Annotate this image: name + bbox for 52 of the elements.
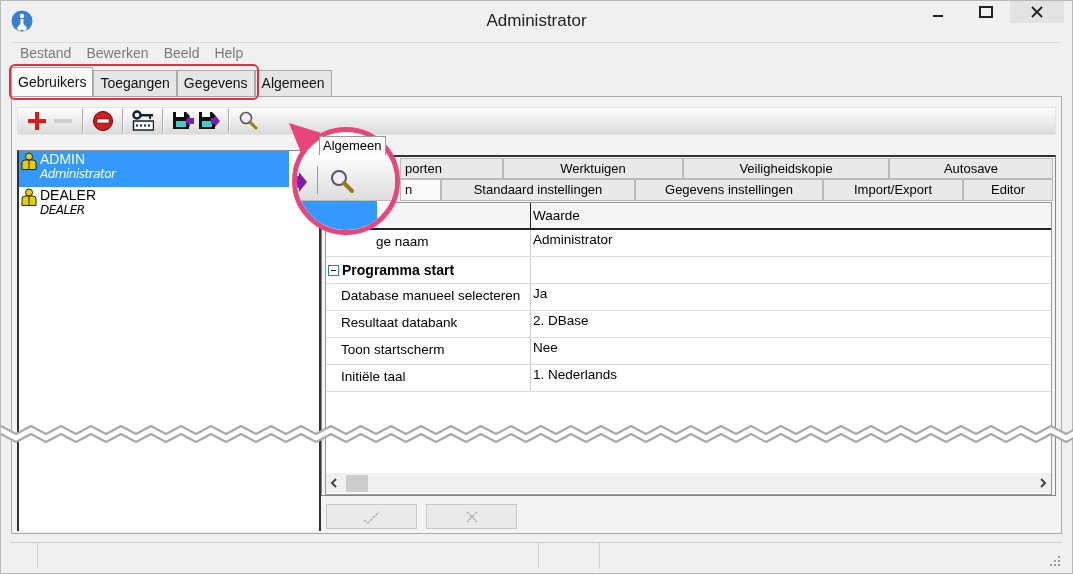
property-name: Toon startscherm (326, 338, 531, 364)
tab[interactable]: Toegangen (93, 70, 177, 96)
tab[interactable]: Autosave (889, 158, 1053, 179)
tab[interactable]: Import/Export (823, 179, 963, 201)
tab[interactable]: Gebruikers (11, 67, 94, 96)
tab[interactable]: Gegevens instellingen (635, 179, 823, 201)
search-icon[interactable] (238, 110, 260, 132)
user-icon (21, 188, 37, 206)
user-list-item[interactable]: DEALER DEALER (19, 187, 289, 223)
close-button[interactable] (1010, 1, 1064, 23)
close-icon[interactable] (1031, 6, 1043, 18)
property-value: 2. DBase (532, 312, 590, 330)
cross-icon (464, 509, 479, 524)
floppy-disk-arrow-icon[interactable] (172, 110, 194, 132)
tab[interactable]: Editor (963, 179, 1053, 201)
tab[interactable]: Algemeen (319, 136, 386, 155)
no-entry-icon[interactable] (92, 110, 114, 132)
tab[interactable]: porten (400, 158, 503, 179)
resize-grip-icon[interactable] (1050, 556, 1060, 566)
key-icon[interactable] (132, 110, 154, 132)
collapse-icon[interactable] (328, 264, 339, 276)
property-name: Database manueel selecteren (326, 284, 531, 310)
arrow-icon (297, 172, 307, 192)
user-name: ADMIN (40, 152, 87, 167)
user-role: Administrator (40, 167, 116, 182)
floppy-disk-arrow-icon[interactable] (198, 110, 220, 132)
property-value: 1. Nederlands (532, 366, 619, 384)
column-header: Waarde (532, 207, 581, 225)
property-value: Administrator (532, 231, 614, 249)
horizontal-scrollbar[interactable] (326, 473, 1051, 493)
property-value: Nee (532, 339, 559, 357)
property-name: Resultaat databank (326, 311, 531, 337)
search-icon (329, 168, 355, 194)
tab[interactable]: Werktuigen (503, 158, 683, 179)
window-title: Administrator (486, 11, 587, 31)
chevron-right-icon[interactable] (1039, 478, 1047, 488)
property-value: Ja (532, 285, 549, 303)
maximize-icon[interactable] (979, 6, 993, 18)
user-icon (21, 152, 37, 170)
user-role: DEALER (40, 203, 86, 218)
tab[interactable]: Veiligheidskopie (683, 158, 889, 179)
tab[interactable]: Standaard instellingen (441, 179, 635, 201)
property-name: Initiële taal (326, 365, 531, 391)
scrollbar-thumb[interactable] (346, 474, 368, 492)
group-label: Programma start (342, 261, 455, 280)
tab[interactable]: Algemeen (254, 70, 332, 96)
user-name: DEALER (40, 188, 97, 203)
plus-icon[interactable] (26, 110, 48, 132)
tab[interactable]: n (400, 179, 441, 201)
app-logo-icon (11, 10, 33, 32)
tab[interactable]: Gegevens (176, 70, 255, 96)
chevron-left-icon[interactable] (330, 478, 338, 488)
